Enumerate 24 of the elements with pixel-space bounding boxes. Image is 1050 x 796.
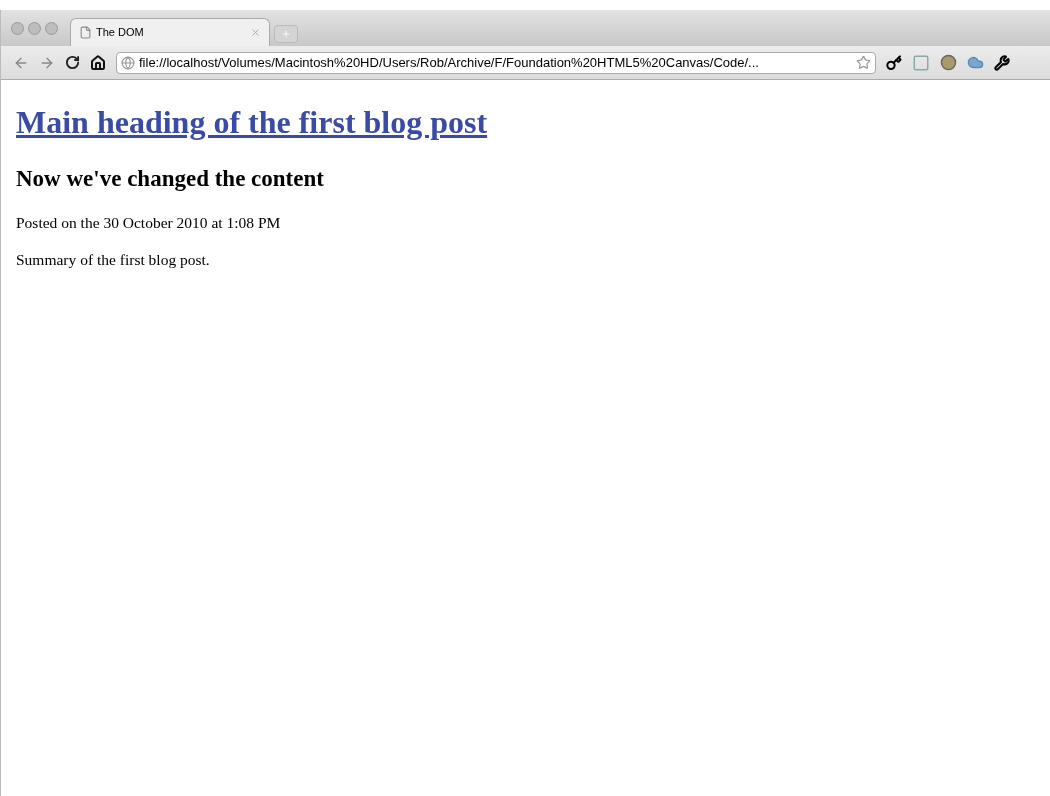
cloud-icon[interactable]	[967, 54, 984, 71]
key-icon[interactable]	[886, 54, 902, 71]
summary-text: Summary of the first blog post.	[16, 249, 211, 270]
new-tab-button[interactable]	[274, 25, 298, 43]
window-control[interactable]	[45, 21, 58, 35]
wrench-icon[interactable]	[994, 54, 1010, 71]
circle-icon[interactable]	[940, 54, 957, 71]
close-icon[interactable]	[250, 27, 261, 38]
address-bar[interactable]: file://localhost/Volumes/Macintosh%20HD/Users/Rob/Archive/F/Foundation%20HTML5%20Canvas/Code/...	[116, 51, 876, 74]
browser-tab[interactable]: The DOM	[70, 18, 270, 46]
window-control[interactable]	[28, 21, 41, 35]
heading-link[interactable]: Main heading of the first blog post	[16, 102, 488, 142]
frame-icon[interactable]	[912, 53, 930, 72]
reload-icon[interactable]	[65, 55, 80, 70]
home-icon[interactable]	[90, 54, 106, 71]
star-icon[interactable]	[856, 55, 871, 70]
url-text: file://localhost/Volumes/Macintosh%20HD/Users/Rob/Archive/F/Foundation%20HTML5%20Canvas/Code/...	[139, 53, 760, 72]
subheading: Now we've changed the content	[16, 165, 325, 193]
page-icon	[79, 26, 92, 39]
plus-icon	[281, 29, 291, 39]
tab-title: The DOM	[96, 25, 145, 41]
posted-date: Posted on the 30 October 2010 at 1:08 PM	[16, 212, 282, 233]
globe-icon	[121, 55, 135, 70]
window-control[interactable]	[11, 21, 24, 35]
